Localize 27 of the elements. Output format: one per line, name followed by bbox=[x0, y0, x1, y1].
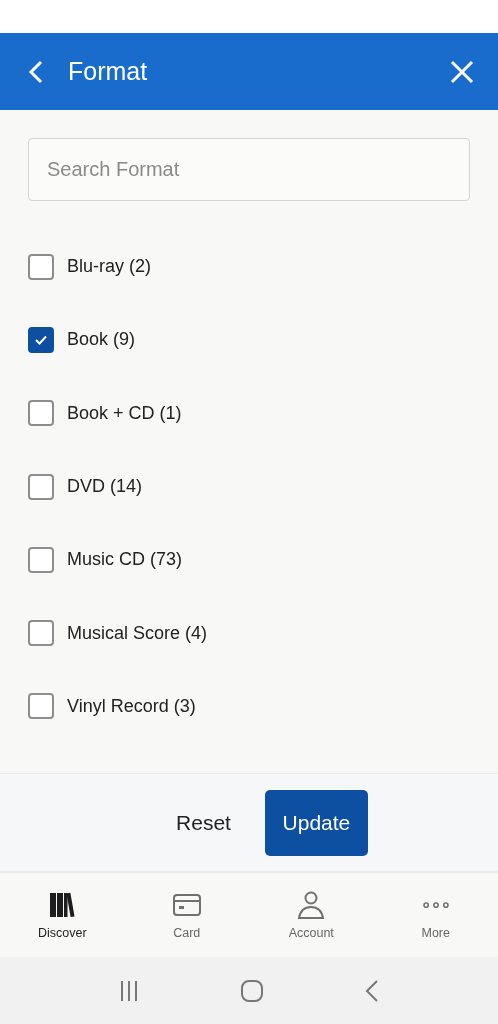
reset-button[interactable]: Reset bbox=[170, 804, 237, 841]
option-label[interactable]: Vinyl Record (3) bbox=[67, 695, 196, 717]
checkbox[interactable] bbox=[28, 253, 54, 280]
page-title: Format bbox=[68, 57, 149, 86]
option-label[interactable]: Blu-ray (2) bbox=[67, 256, 151, 278]
checkbox[interactable] bbox=[28, 546, 54, 573]
more-icon bbox=[422, 901, 449, 909]
checkbox[interactable] bbox=[28, 620, 54, 647]
search-field[interactable]: Search Format bbox=[28, 138, 470, 201]
option-label[interactable]: Musical Score (4) bbox=[67, 622, 208, 644]
checkbox[interactable] bbox=[28, 326, 54, 353]
home-icon[interactable] bbox=[240, 978, 264, 1003]
checkbox[interactable] bbox=[28, 693, 54, 720]
close-icon[interactable] bbox=[450, 59, 474, 84]
recents-icon[interactable] bbox=[118, 979, 140, 1002]
option-label[interactable]: Book + CD (1) bbox=[67, 402, 182, 424]
checkbox[interactable] bbox=[28, 473, 54, 500]
option-label[interactable]: DVD (14) bbox=[67, 476, 142, 498]
back-nav-icon[interactable] bbox=[364, 978, 380, 1003]
checkbox[interactable] bbox=[28, 400, 54, 427]
update-button[interactable]: Update bbox=[264, 789, 368, 856]
nav-tab[interactable]: More bbox=[373, 873, 498, 957]
option-label[interactable]: Book (9) bbox=[67, 329, 136, 351]
nav-tab[interactable]: Account bbox=[249, 873, 374, 957]
nav-tab[interactable]: Card bbox=[124, 873, 249, 957]
nav-tab[interactable]: Discover bbox=[0, 873, 125, 957]
option-label[interactable]: Music CD (73) bbox=[67, 549, 182, 571]
